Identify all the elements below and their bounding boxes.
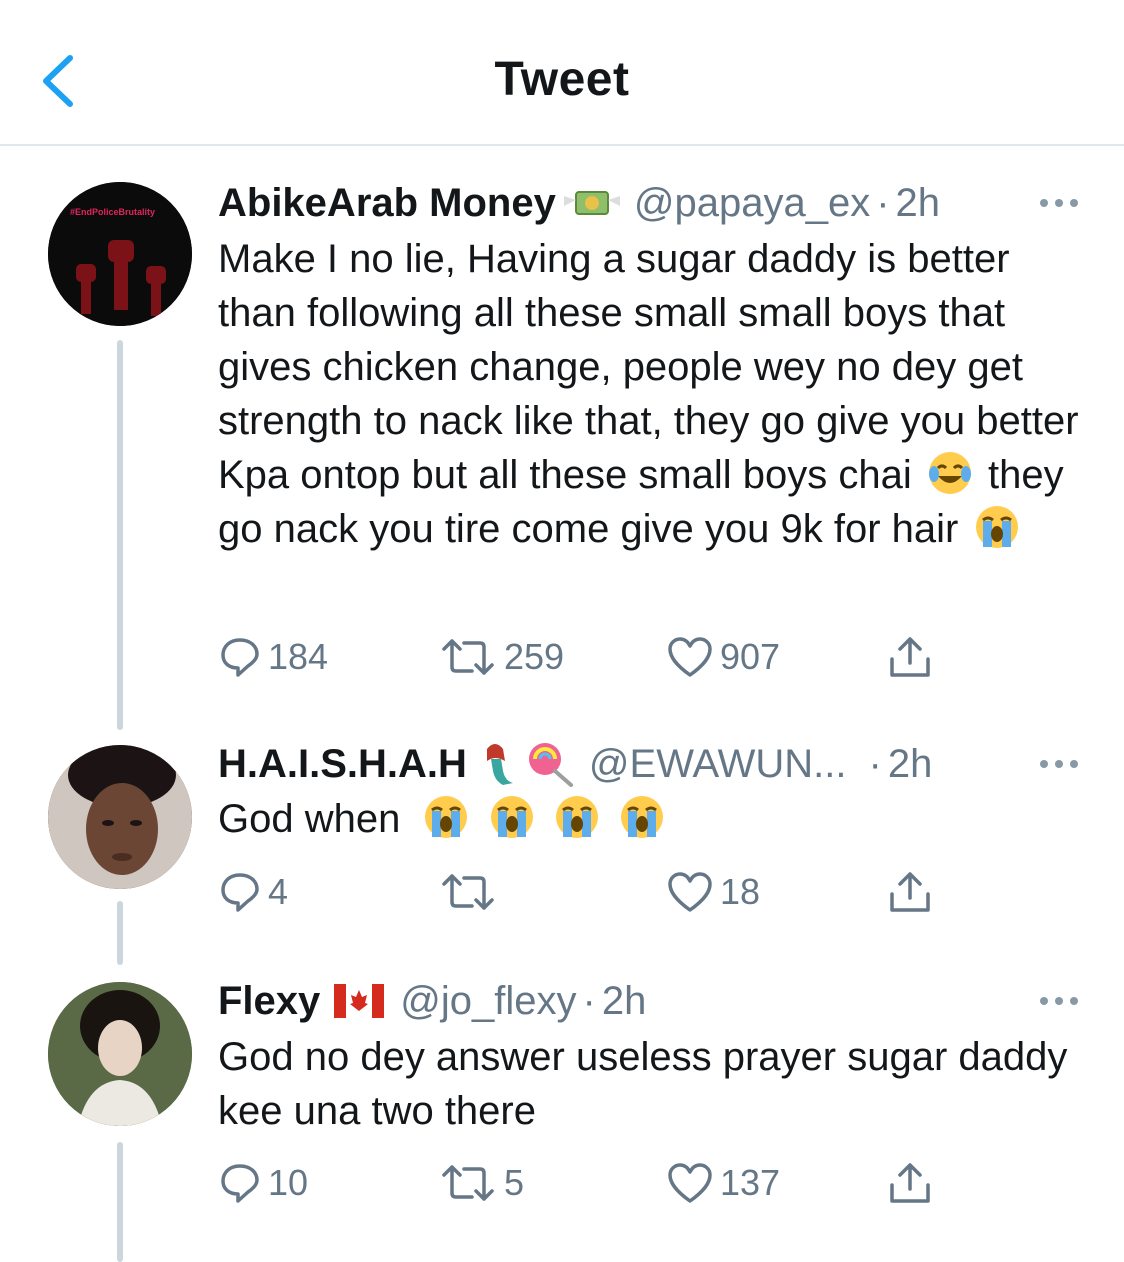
retweet-button[interactable]: 259 <box>438 632 564 682</box>
retweet-count: 259 <box>504 636 565 677</box>
heart-icon <box>668 872 712 912</box>
thread-line <box>117 901 123 965</box>
like-count: 137 <box>720 1162 781 1203</box>
reply-count: 10 <box>268 1162 309 1203</box>
timestamp[interactable]: 2h <box>602 978 647 1024</box>
reply-icon <box>221 873 259 912</box>
reply-button[interactable]: 10 <box>218 1158 308 1208</box>
share-icon <box>890 1163 930 1203</box>
reply-button[interactable]: 4 <box>218 867 288 917</box>
retweet-button[interactable] <box>438 867 504 917</box>
avatar-caption: #EndPoliceBrutality <box>70 207 155 217</box>
reply-button[interactable]: 184 <box>218 632 328 682</box>
timestamp[interactable]: 2h <box>888 741 933 787</box>
reply-icon <box>221 1164 259 1203</box>
share-icon <box>890 872 930 912</box>
tweet-header: Flexy @jo_flexy · 2h <box>218 978 1084 1024</box>
avatar[interactable]: #EndPoliceBrutality <box>48 182 192 326</box>
raised-fists-image: #EndPoliceBrutality <box>48 182 192 326</box>
like-button[interactable]: 907 <box>666 632 780 682</box>
profile-photo <box>48 745 192 889</box>
loudly-crying-icon <box>975 506 1018 548</box>
share-button[interactable] <box>886 632 940 682</box>
tweet-text: God when <box>218 792 1088 846</box>
dot-separator: · <box>876 181 890 225</box>
tears-of-joy-icon <box>928 452 971 494</box>
mermaid-icon <box>486 744 513 785</box>
dot-separator: · <box>582 979 596 1023</box>
display-name[interactable]: H.A.I.S.H.A.H <box>218 741 467 787</box>
tweet-text-part: God when <box>218 797 401 841</box>
tweet-actions: 184 259 907 <box>218 632 978 682</box>
share-icon <box>890 637 930 677</box>
retweet-icon <box>442 1165 494 1201</box>
share-button[interactable] <box>886 1158 940 1208</box>
user-handle[interactable]: @jo_flexy <box>400 978 576 1024</box>
loudly-crying-icon <box>425 796 468 838</box>
user-handle[interactable]: @papaya_ex <box>634 180 870 226</box>
display-name[interactable]: Flexy <box>218 978 320 1024</box>
loudly-crying-icon <box>555 796 598 838</box>
tweet-text: God no dey answer useless prayer sugar d… <box>218 1030 1088 1138</box>
retweet-button[interactable]: 5 <box>438 1158 524 1208</box>
display-name[interactable]: AbikeArab Money <box>218 180 556 226</box>
thread-line <box>117 1142 123 1262</box>
like-button[interactable]: 18 <box>666 867 760 917</box>
tweet-actions: 10 5 137 <box>218 1158 978 1208</box>
loudly-crying-icon <box>490 796 533 838</box>
canada-flag-icon <box>334 984 385 1018</box>
tweet-header: H.A.I.S.H.A.H @EWAWUN... · 2h <box>218 741 1084 787</box>
reply-count: 184 <box>268 636 329 677</box>
retweet-icon <box>442 874 494 910</box>
reply-count: 4 <box>268 871 289 912</box>
thread-line <box>117 340 123 730</box>
avatar[interactable] <box>48 982 192 1126</box>
tweet-header: AbikeArab Money @papaya_ex · 2h <box>218 180 1084 226</box>
money-with-wings-icon <box>563 191 620 215</box>
profile-photo <box>48 982 192 1126</box>
reply-icon <box>221 638 259 677</box>
retweet-icon <box>442 639 494 675</box>
more-options-icon[interactable] <box>1034 741 1084 787</box>
share-button[interactable] <box>886 867 940 917</box>
tweet-item[interactable]: #EndPoliceBrutality AbikeArab Money @pap… <box>0 170 1124 730</box>
tweet-actions: 4 18 <box>218 867 978 917</box>
tweet-text: Make I no lie, Having a sugar daddy is b… <box>218 232 1088 556</box>
like-button[interactable]: 137 <box>666 1158 780 1208</box>
tweet-text-part: God no dey answer useless prayer sugar d… <box>218 1035 1068 1133</box>
tweet-item[interactable]: H.A.I.S.H.A.H @EWAWUN... · 2h God when 4… <box>0 735 1124 965</box>
like-count: 18 <box>720 871 761 912</box>
more-options-icon[interactable] <box>1034 978 1084 1024</box>
retweet-count: 5 <box>504 1162 525 1203</box>
timestamp[interactable]: 2h <box>896 180 941 226</box>
heart-icon <box>668 1163 712 1203</box>
page-title: Tweet <box>494 53 630 106</box>
lollipop-icon <box>528 743 573 787</box>
top-bar: Tweet <box>0 0 1124 146</box>
heart-icon <box>668 637 712 677</box>
avatar[interactable] <box>48 745 192 889</box>
dot-separator: · <box>868 742 882 786</box>
loudly-crying-icon <box>620 796 663 838</box>
more-options-icon[interactable] <box>1034 180 1084 226</box>
like-count: 907 <box>720 636 781 677</box>
user-handle[interactable]: @EWAWUN... <box>589 741 847 787</box>
tweet-item[interactable]: Flexy @jo_flexy · 2h God no dey answer u… <box>0 972 1124 1262</box>
